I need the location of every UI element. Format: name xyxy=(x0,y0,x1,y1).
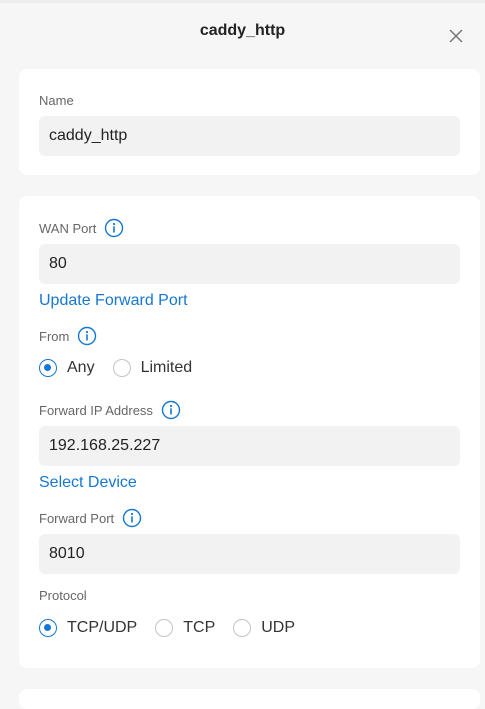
forward-ip-label: Forward IP Address xyxy=(39,400,181,420)
wan-port-label: WAN Port xyxy=(39,218,124,238)
update-forward-port-link[interactable]: Update Forward Port xyxy=(39,292,188,310)
name-input[interactable]: caddy_http xyxy=(39,116,460,156)
forward-port-label-text: Forward Port xyxy=(39,510,115,526)
name-label: Name xyxy=(39,93,74,108)
port-forward-card: WAN Port 80 Update Forward Port From Any xyxy=(19,196,480,668)
from-label-text: From xyxy=(39,328,70,344)
radio-limited-label: Limited xyxy=(140,359,193,376)
close-icon[interactable] xyxy=(447,27,465,45)
radio-any[interactable]: Any xyxy=(39,359,95,377)
forward-ip-label-text: Forward IP Address xyxy=(39,402,153,418)
name-label-text: Name xyxy=(39,93,74,108)
info-icon[interactable] xyxy=(122,508,142,528)
from-label: From xyxy=(39,326,97,346)
protocol-radio-group: TCP/UDP TCP UDP xyxy=(39,619,313,637)
name-card: Name caddy_http xyxy=(19,69,480,175)
forward-port-label: Forward Port xyxy=(39,508,142,528)
top-divider xyxy=(0,0,485,3)
info-icon[interactable] xyxy=(77,326,97,346)
select-device-link[interactable]: Select Device xyxy=(39,474,137,492)
protocol-label: Protocol xyxy=(39,588,87,603)
protocol-label-text: Protocol xyxy=(39,588,87,603)
radio-tcp-udp[interactable]: TCP/UDP xyxy=(39,619,137,637)
radio-unchecked-icon xyxy=(233,619,252,637)
radio-unchecked-icon xyxy=(155,619,174,637)
radio-any-label: Any xyxy=(67,359,95,376)
radio-udp[interactable]: UDP xyxy=(233,619,295,637)
radio-udp-label: UDP xyxy=(261,619,296,636)
next-card-edge xyxy=(19,689,480,709)
wan-port-input[interactable]: 80 xyxy=(39,244,460,284)
radio-tcp[interactable]: TCP xyxy=(155,619,215,637)
radio-tcp-udp-label: TCP/UDP xyxy=(67,619,138,636)
radio-checked-icon xyxy=(39,619,57,637)
info-icon[interactable] xyxy=(104,218,124,238)
radio-checked-icon xyxy=(39,359,57,377)
from-radio-group: Any Limited xyxy=(39,359,210,377)
radio-limited[interactable]: Limited xyxy=(112,359,193,377)
radio-tcp-label: TCP xyxy=(183,619,216,636)
forward-ip-input[interactable]: 192.168.25.227 xyxy=(39,426,460,466)
info-icon[interactable] xyxy=(161,400,181,420)
forward-port-input[interactable]: 8010 xyxy=(39,534,460,574)
wan-port-label-text: WAN Port xyxy=(39,220,97,236)
radio-unchecked-icon xyxy=(112,359,131,377)
dialog-title: caddy_http xyxy=(199,22,286,39)
